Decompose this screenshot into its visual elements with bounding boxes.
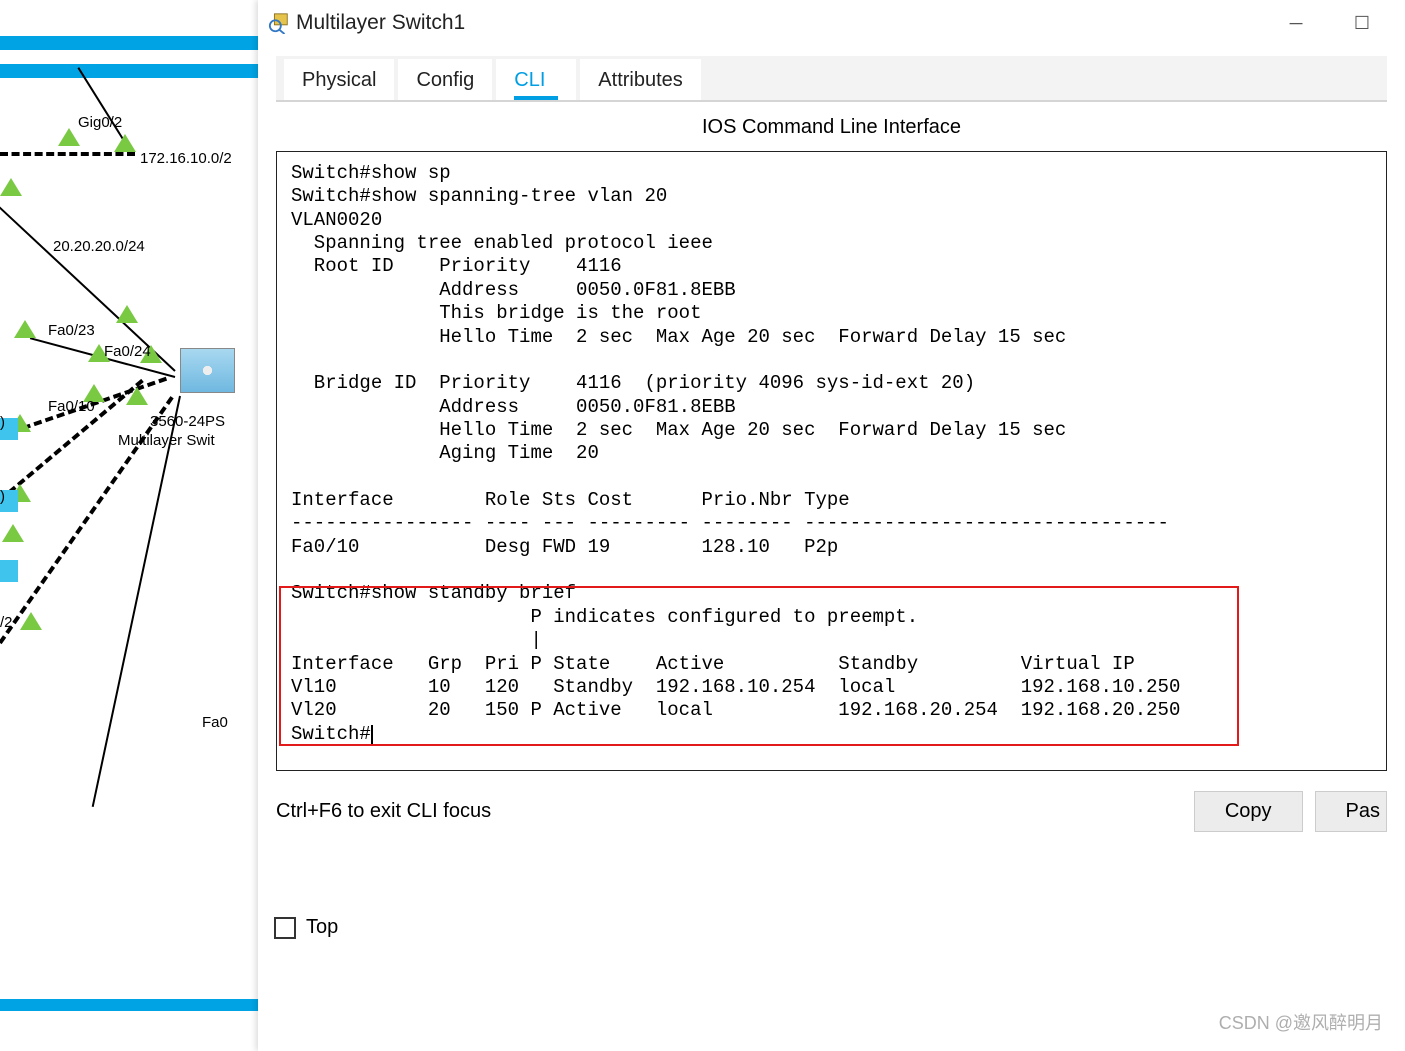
toolbar-bar-top2 xyxy=(0,64,258,78)
focus-hint: Ctrl+F6 to exit CLI focus xyxy=(276,800,1182,823)
tab-label: Config xyxy=(416,69,474,91)
port-label: /2 xyxy=(0,614,13,631)
device-partial-icon xyxy=(0,560,18,582)
link-line xyxy=(92,396,181,807)
port-label: Fa0/24 xyxy=(104,343,151,360)
switch-device-icon[interactable] xyxy=(180,348,235,393)
port-label: Fa0/23 xyxy=(48,322,95,339)
tab-label: Physical xyxy=(302,69,376,91)
window-title: Multilayer Switch1 xyxy=(296,11,1263,35)
magnifier-device-icon xyxy=(268,12,290,34)
cli-footer: Ctrl+F6 to exit CLI focus Copy Pas xyxy=(276,791,1387,832)
tab-physical[interactable]: Physical xyxy=(284,59,394,100)
topology-canvas[interactable]: Gig0/2 172.16.10.0/2 20.20.20.0/24 Fa0/2… xyxy=(0,0,258,1051)
link-end-icon xyxy=(126,387,148,405)
num-label: ) xyxy=(0,488,5,505)
num-label: ) xyxy=(0,414,5,431)
link-end-icon xyxy=(2,524,24,542)
link-end-icon xyxy=(58,128,80,146)
toolbar-bar-bottom xyxy=(0,999,258,1011)
maximize-button[interactable]: ☐ xyxy=(1347,13,1377,34)
link-end-icon xyxy=(14,320,36,338)
top-checkbox-label: Top xyxy=(306,916,338,939)
top-checkbox[interactable] xyxy=(274,917,296,939)
copy-button[interactable]: Copy xyxy=(1194,791,1303,832)
cli-heading: IOS Command Line Interface xyxy=(258,102,1405,145)
device-config-window: Multilayer Switch1 ─ ☐ Physical Config C… xyxy=(258,0,1405,1051)
highlight-annotation xyxy=(279,586,1239,746)
tab-attributes[interactable]: Attributes xyxy=(580,59,700,100)
device-name-label: Multilayer Swit xyxy=(118,432,215,449)
port-label: Fa0/10 xyxy=(48,398,95,415)
link-dash xyxy=(0,152,135,156)
button-label: Copy xyxy=(1225,800,1272,822)
subnet-label: 20.20.20.0/24 xyxy=(53,238,145,255)
toolbar-bar-top xyxy=(0,36,258,50)
link-end-icon xyxy=(114,134,136,152)
link-end-icon xyxy=(20,612,42,630)
paste-button[interactable]: Pas xyxy=(1315,791,1387,832)
titlebar: Multilayer Switch1 ─ ☐ xyxy=(258,0,1405,46)
tab-bar: Physical Config CLI Attributes xyxy=(276,56,1387,102)
subnet-label: 172.16.10.0/2 xyxy=(140,150,232,167)
top-checkbox-row: Top xyxy=(274,916,1389,939)
link-end-icon xyxy=(0,178,22,196)
tab-config[interactable]: Config xyxy=(398,59,492,100)
tab-label: Attributes xyxy=(598,69,682,91)
tab-label: CLI xyxy=(514,69,545,91)
watermark-text: CSDN @邀风醉明月 xyxy=(1219,1009,1383,1035)
button-label: Pas xyxy=(1346,800,1380,822)
link-end-icon xyxy=(116,305,138,323)
port-label: Gig0/2 xyxy=(78,114,122,131)
minimize-button[interactable]: ─ xyxy=(1281,13,1311,34)
link-line xyxy=(77,67,126,144)
device-model-label: 3560-24PS xyxy=(150,413,225,430)
port-label: Fa0 xyxy=(202,714,228,731)
tab-cli[interactable]: CLI xyxy=(496,59,576,100)
cli-terminal[interactable]: Switch#show sp Switch#show spanning-tree… xyxy=(276,151,1387,771)
